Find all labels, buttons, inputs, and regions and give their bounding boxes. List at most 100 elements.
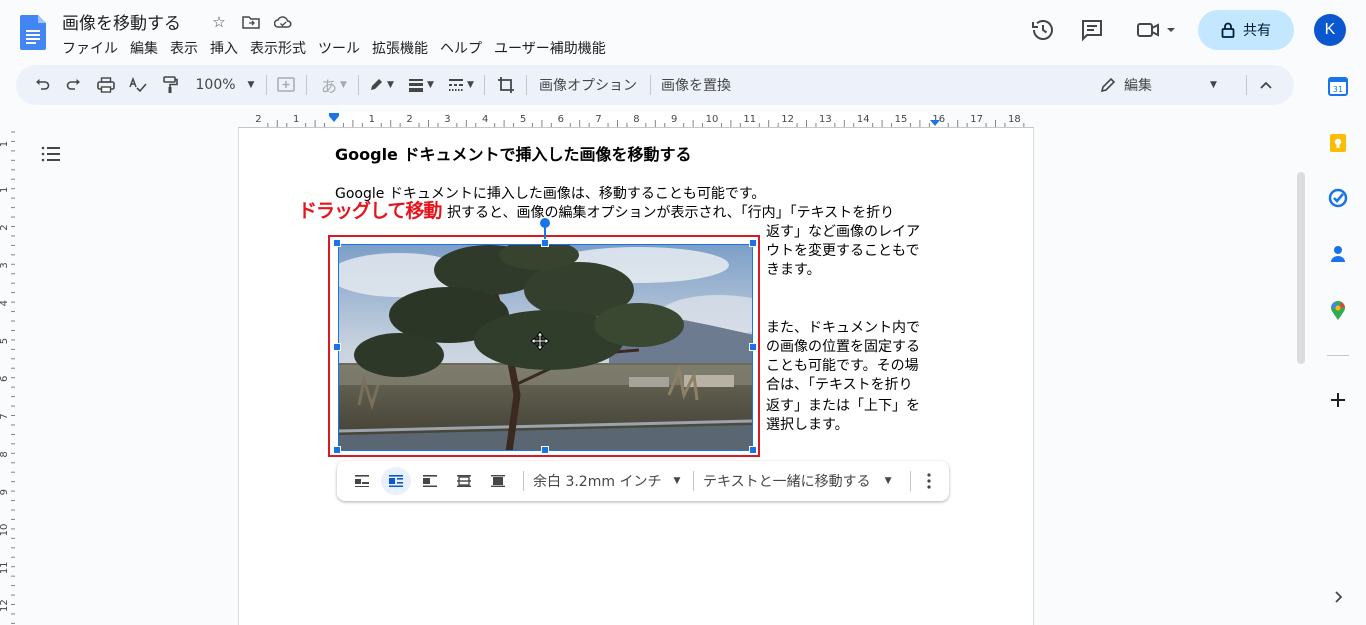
position-select[interactable]: テキストと一緒に移動する ▼ [703, 467, 899, 495]
toolbar-divider [306, 75, 307, 95]
resize-handle-right[interactable] [749, 343, 757, 351]
resize-handle-left[interactable] [333, 343, 341, 351]
ruler-label: 12 [781, 114, 794, 125]
wrap-text-line[interactable]: 合は、「テキストを折り [766, 374, 913, 394]
docs-logo-icon[interactable] [20, 15, 46, 50]
border-color-button[interactable]: ▼ [364, 73, 398, 97]
wrap-text-line[interactable]: きます。 [766, 259, 821, 279]
bar-divider [523, 471, 524, 491]
border-dash-button[interactable]: ▼ [444, 73, 478, 97]
document-outline-icon[interactable] [40, 145, 62, 163]
resize-handle-top-left[interactable] [333, 239, 341, 247]
add-addon-icon[interactable] [1327, 389, 1349, 411]
account-avatar[interactable]: K [1314, 14, 1346, 46]
insert-comment-icon[interactable] [274, 73, 298, 97]
ruler-label: 1 [293, 114, 299, 125]
crop-icon[interactable] [494, 73, 518, 97]
inserted-tree-photo[interactable] [338, 244, 753, 451]
wrap-text-line[interactable]: 選択します。 [766, 414, 849, 434]
chevron-down-icon: ▼ [467, 80, 474, 90]
menu-help[interactable]: ヘルプ [434, 37, 488, 59]
replace-image-button[interactable]: 画像を置換 [656, 73, 736, 97]
wrap-text-line[interactable]: ことも可能です。その場 [766, 355, 919, 375]
wrap-text-line[interactable]: 返す」など画像のレイア [766, 221, 920, 241]
ruler-label: 18 [1008, 114, 1021, 125]
ruler-label: 4 [0, 300, 10, 306]
menu-file[interactable]: ファイル [56, 37, 124, 59]
hide-menus-chevron-up-icon[interactable] [1254, 73, 1278, 97]
ruler-label: 1 [0, 187, 10, 193]
maps-icon[interactable] [1327, 300, 1349, 322]
wrap-text-icon[interactable] [381, 467, 411, 495]
keep-icon[interactable] [1327, 132, 1349, 154]
star-icon[interactable]: ☆ [210, 13, 228, 31]
in-front-of-text-icon[interactable] [485, 467, 511, 495]
margin-select[interactable]: 余白 3.2mm インチ ▼ [533, 467, 681, 495]
share-button[interactable]: 共有 [1198, 10, 1294, 50]
tasks-icon[interactable] [1327, 187, 1349, 209]
zoom-select[interactable]: 100% ▼ [192, 73, 258, 97]
wrap-text-line[interactable]: また、ドキュメント内で [766, 317, 920, 337]
menu-format[interactable]: 表示形式 [244, 37, 312, 59]
menu-view[interactable]: 表示 [164, 37, 204, 59]
redo-icon[interactable] [62, 73, 86, 97]
meet-video-icon[interactable] [1134, 15, 1180, 45]
inline-wrap-icon[interactable] [349, 467, 375, 495]
border-weight-button[interactable]: ▼ [404, 73, 438, 97]
vertical-scrollbar[interactable] [1297, 172, 1305, 364]
paragraph-2[interactable]: 択すると、画像の編集オプションが表示され、「行内」「テキストを折り [447, 202, 894, 222]
ruler-label: 13 [819, 114, 832, 125]
pen-icon [371, 79, 383, 90]
cloud-saved-icon[interactable] [274, 13, 292, 31]
more-vert-icon[interactable] [919, 467, 939, 495]
resize-handle-bottom-left[interactable] [333, 446, 341, 454]
menu-extensions[interactable]: 拡張機能 [366, 37, 434, 59]
editing-mode-select[interactable]: 編集 ▼ [1096, 73, 1230, 97]
chevron-right-icon[interactable] [1327, 586, 1349, 608]
ruler-label: 10 [706, 114, 719, 125]
behind-text-icon[interactable] [451, 467, 477, 495]
border-weight-icon [409, 79, 424, 92]
menu-edit[interactable]: 編集 [124, 37, 164, 59]
horizontal-ruler[interactable]: 2 1 1 2 3 4 5 6 7 8 9 10 11 12 13 14 15 16 17 18 [238, 112, 1034, 128]
wrap-text-line[interactable]: の画像の位置を固定する [766, 336, 920, 356]
resize-handle-bottom[interactable] [541, 446, 549, 454]
document-title[interactable]: 画像を移動する [62, 9, 181, 34]
version-history-icon[interactable] [1028, 15, 1058, 45]
contacts-icon[interactable] [1327, 243, 1349, 265]
document-heading[interactable]: Google ドキュメントで挿入した画像を移動する [335, 141, 691, 165]
resize-handle-top[interactable] [541, 239, 549, 247]
print-icon[interactable] [94, 73, 118, 97]
toolbar-divider [526, 75, 527, 95]
vertical-ruler[interactable]: 1123456789101112 [0, 128, 16, 625]
ruler-label: 4 [482, 114, 488, 125]
comments-icon[interactable] [1077, 15, 1107, 45]
menu-tools[interactable]: ツール [312, 37, 366, 59]
pencil-icon [1100, 77, 1116, 93]
chevron-down-icon: ▼ [247, 80, 255, 90]
ruler-label: 5 [0, 338, 10, 344]
resize-handle-bottom-right[interactable] [749, 446, 757, 454]
toolbar-divider [358, 75, 359, 95]
input-tools-select[interactable]: あ ▼ [314, 73, 354, 97]
chevron-down-icon: ▼ [387, 80, 394, 90]
ruler-label: 3 [444, 114, 450, 125]
spellcheck-icon[interactable] [126, 73, 150, 97]
ruler-label: 8 [0, 451, 10, 457]
break-text-icon[interactable] [417, 467, 443, 495]
move-folder-icon[interactable] [242, 13, 260, 31]
menu-accessibility[interactable]: ユーザー補助機能 [488, 37, 612, 59]
menu-bar: ファイル 編集 表示 挿入 表示形式 ツール 拡張機能 ヘルプ ユーザー補助機能 [56, 37, 612, 59]
resize-handle-top-right[interactable] [749, 239, 757, 247]
calendar-icon[interactable]: 31 [1327, 75, 1349, 97]
ruler-label: 17 [970, 114, 983, 125]
ruler-label: 9 [0, 489, 10, 495]
undo-icon[interactable] [30, 73, 54, 97]
image-options-button[interactable]: 画像オプション [534, 73, 642, 97]
menu-insert[interactable]: 挿入 [204, 37, 244, 59]
paint-format-icon[interactable] [158, 73, 182, 97]
toolbar-divider [266, 75, 267, 95]
wrap-text-line[interactable]: 返す」または「上下」を [766, 395, 920, 415]
rotate-handle[interactable] [540, 218, 550, 228]
wrap-text-line[interactable]: ウトを変更することもで [766, 240, 919, 260]
